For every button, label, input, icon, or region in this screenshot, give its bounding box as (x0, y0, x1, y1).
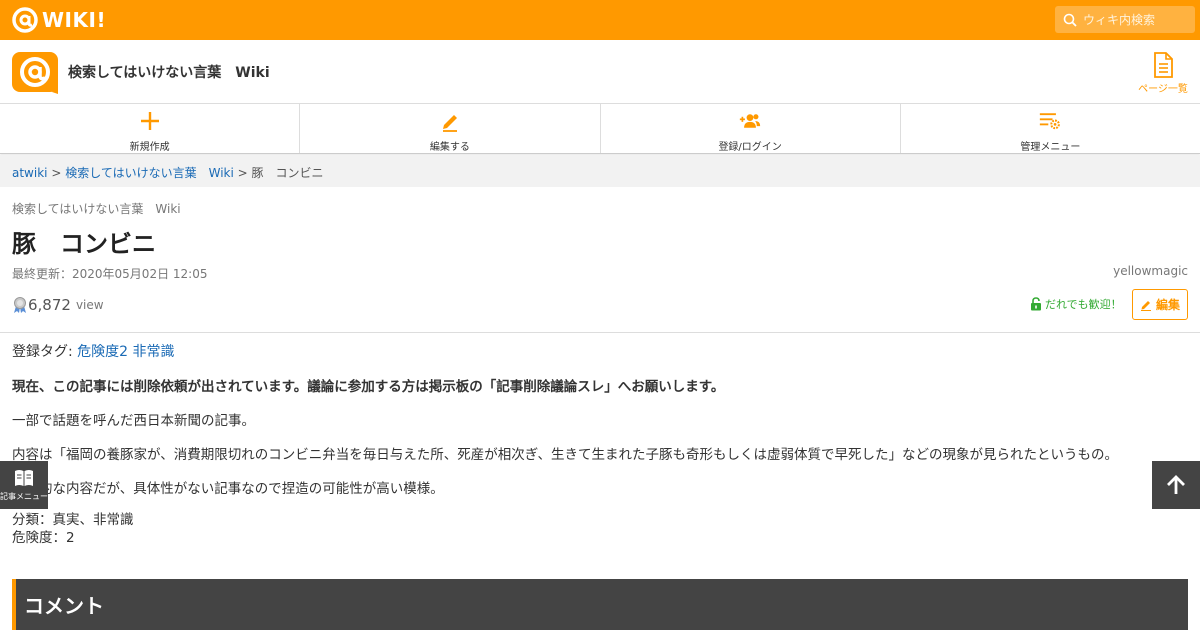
body-paragraph: 内容は「福岡の養豚家が、消費期限切れのコンビニ弁当を毎日与えた所、死産が相次ぎ、… (12, 447, 1119, 463)
site-logo-icon[interactable] (12, 52, 60, 94)
breadcrumb-separator: > (47, 166, 66, 180)
view-count: 6,872 (28, 296, 71, 314)
breadcrumb-atwiki-link[interactable]: atwiki (12, 166, 48, 180)
document-icon (1154, 52, 1173, 78)
tag-list: 登録タグ: 危険度2 非常識 (12, 341, 175, 361)
note-paragraph: 衝撃的な内容だが、具体性がない記事なので捏造の可能性が高い模様。 (12, 481, 444, 497)
top-bar: WIKI! (0, 0, 1200, 40)
tags-label: 登録タグ: (12, 344, 78, 360)
edit-button-label: 編集 (1155, 298, 1180, 312)
admin-menu-button[interactable]: 管理メニュー (901, 104, 1200, 153)
author-name: yellowmagic (1113, 264, 1188, 278)
admin-menu-label: 管理メニュー (1020, 142, 1081, 153)
user-add-icon (739, 114, 761, 128)
book-icon (15, 470, 33, 486)
intro-paragraph: 一部で話題を呼んだ西日本新聞の記事。 (12, 413, 255, 429)
category-text: 分類：真実、非常識 (12, 512, 134, 528)
arrow-up-icon (1167, 475, 1185, 494)
logo-text: WIKI! (42, 8, 107, 32)
header-divider (0, 332, 1200, 333)
page-list-button[interactable]: ページ一覧 (1134, 52, 1192, 95)
view-counter: 6,872 view (12, 296, 104, 314)
anyone-welcome-status: だれでも歓迎！ (1030, 296, 1122, 312)
pencil-icon (442, 115, 457, 132)
deletion-notice: 現在、この記事には削除依頼が出されています。議論に参加する方は掲示板の「記事削除… (12, 379, 725, 395)
edit-page-button[interactable]: 編集する (300, 104, 601, 153)
login-label: 登録/ログイン (718, 142, 782, 153)
at-logo-icon (12, 7, 38, 33)
breadcrumb: atwiki > 検索してはいけない言葉 Wiki > 豚 コンビニ (0, 155, 1200, 187)
plus-icon (140, 112, 159, 130)
last-update: 最終更新：2020年05月02日 12:05 (12, 267, 208, 281)
action-menu: 新規作成 編集する 登録/ログイン 管理メニュー (0, 104, 1200, 154)
search-box[interactable] (1055, 6, 1195, 33)
welcome-text: だれでも歓迎！ (1045, 298, 1122, 311)
article-menu-label: 記事メニュー (0, 492, 48, 501)
pencil-icon (1140, 300, 1151, 311)
page-list-label: ページ一覧 (1138, 84, 1188, 95)
danger-level-text: 危険度：2 (12, 530, 75, 546)
page-title: 豚 コンビニ (12, 230, 156, 258)
wiki-name: 検索してはいけない言葉 Wiki (12, 202, 181, 216)
edit-button[interactable]: 編集 (1132, 289, 1188, 320)
scroll-to-top-button[interactable] (1152, 461, 1200, 509)
breadcrumb-separator: > (233, 166, 252, 180)
atwiki-logo[interactable]: WIKI! (12, 7, 106, 33)
comment-heading: コメント (12, 579, 1188, 630)
login-button[interactable]: 登録/ログイン (601, 104, 901, 153)
article-menu-button[interactable]: 記事メニュー (0, 461, 48, 509)
tag-link[interactable]: 非常識 (133, 344, 175, 360)
settings-list-icon (1040, 113, 1061, 130)
new-page-label: 新規作成 (129, 142, 170, 153)
search-input[interactable] (1083, 12, 1188, 27)
site-header: 検索してはいけない言葉 Wiki ページ一覧 (0, 40, 1200, 104)
site-title[interactable]: 検索してはいけない言葉 Wiki (68, 62, 270, 82)
view-label: view (75, 298, 104, 312)
breadcrumb-wiki-link[interactable]: 検索してはいけない言葉 Wiki (65, 166, 234, 180)
classification: 分類：真実、非常識 危険度：2 (12, 511, 134, 547)
breadcrumb-current: 豚 コンビニ (251, 166, 324, 180)
edit-page-label: 編集する (429, 142, 470, 153)
new-page-button[interactable]: 新規作成 (0, 104, 301, 153)
unlock-icon (1031, 297, 1041, 311)
tag-link[interactable]: 危険度2 (77, 344, 128, 360)
search-icon (1063, 13, 1077, 27)
badge-icon (14, 297, 26, 313)
